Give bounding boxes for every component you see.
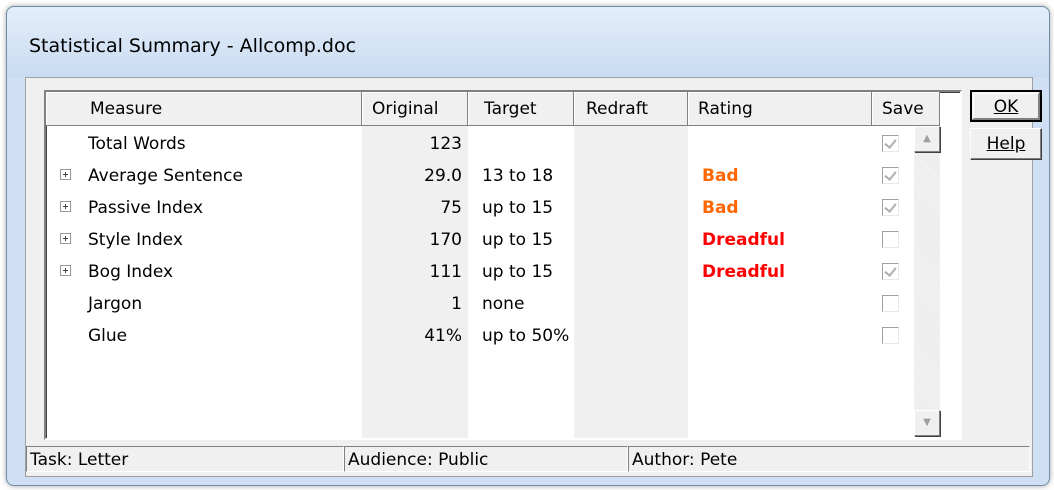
cell-rating: Dreadful [702, 230, 785, 250]
status-task: Task: Letter [26, 446, 344, 472]
cell-rating: Bad [702, 198, 739, 218]
header-save[interactable]: Save [872, 92, 940, 126]
header-target[interactable]: Target [468, 92, 574, 126]
cell-target: up to 15 [482, 198, 554, 218]
header-measure[interactable]: Measure [46, 92, 362, 126]
table-row[interactable]: Bog Index 111 up to 15 Dreadful [46, 256, 926, 288]
expand-plus-icon[interactable] [60, 201, 71, 212]
expand-plus-icon[interactable] [60, 169, 71, 180]
help-button[interactable]: Help [970, 128, 1042, 160]
cell-target: up to 15 [482, 262, 554, 282]
window-title: Statistical Summary - Allcomp.doc [29, 35, 357, 57]
cell-rating: Bad [702, 166, 739, 186]
statistics-list: Measure Original Target Redraft Rating S… [44, 90, 962, 440]
ok-button[interactable]: OK [970, 90, 1042, 122]
cell-original: 41% [424, 326, 462, 346]
cell-rating: Dreadful [702, 262, 785, 282]
help-button-label: Help [986, 134, 1026, 154]
table-row[interactable]: Total Words 123 [46, 128, 926, 160]
cell-target: none [482, 294, 525, 314]
save-checkbox[interactable] [882, 199, 899, 216]
table-row[interactable]: Style Index 170 up to 15 Dreadful [46, 224, 926, 256]
scroll-down-button[interactable]: ▼ [914, 410, 940, 436]
header-rating[interactable]: Rating [688, 92, 872, 126]
save-checkbox[interactable] [882, 263, 899, 280]
title-bar[interactable]: Statistical Summary - Allcomp.doc [7, 7, 1049, 77]
header-original[interactable]: Original [362, 92, 468, 126]
cell-measure: Bog Index [88, 262, 174, 282]
vertical-scrollbar[interactable]: ▲ ▼ [914, 126, 940, 436]
cell-measure: Style Index [88, 230, 183, 250]
cell-measure: Glue [88, 326, 128, 346]
table-row[interactable]: Jargon 1 none [46, 288, 926, 320]
dialog-client-area: Measure Original Target Redraft Rating S… [25, 77, 1042, 477]
expand-plus-icon[interactable] [60, 265, 71, 276]
save-checkbox[interactable] [882, 135, 899, 152]
cell-measure: Passive Index [88, 198, 204, 218]
status-author: Author: Pete [628, 446, 1030, 472]
cell-original: 123 [429, 134, 462, 154]
cell-original: 170 [429, 230, 462, 250]
cell-target: up to 50% [482, 326, 570, 346]
table-row[interactable]: Average Sentence 29.0 13 to 18 Bad [46, 160, 926, 192]
cell-measure: Jargon [88, 294, 143, 314]
save-checkbox[interactable] [882, 295, 899, 312]
save-checkbox[interactable] [882, 167, 899, 184]
cell-target: up to 15 [482, 230, 554, 250]
save-checkbox[interactable] [882, 231, 899, 248]
status-audience: Audience: Public [344, 446, 628, 472]
cell-original: 75 [440, 198, 462, 218]
cell-target: 13 to 18 [482, 166, 554, 186]
header-redraft[interactable]: Redraft [574, 92, 688, 126]
table-row[interactable]: Passive Index 75 up to 15 Bad [46, 192, 926, 224]
dialog-window: Statistical Summary - Allcomp.doc Measur… [6, 6, 1050, 486]
cell-original: 29.0 [424, 166, 462, 186]
cell-measure: Average Sentence [88, 166, 243, 186]
cell-measure: Total Words [88, 134, 186, 154]
cell-original: 111 [429, 262, 462, 282]
table-row[interactable]: Glue 41% up to 50% [46, 320, 926, 352]
cell-original: 1 [451, 294, 462, 314]
scroll-up-button[interactable]: ▲ [914, 126, 940, 152]
ok-button-label: OK [993, 97, 1019, 117]
expand-plus-icon[interactable] [60, 233, 71, 244]
save-checkbox[interactable] [882, 327, 899, 344]
